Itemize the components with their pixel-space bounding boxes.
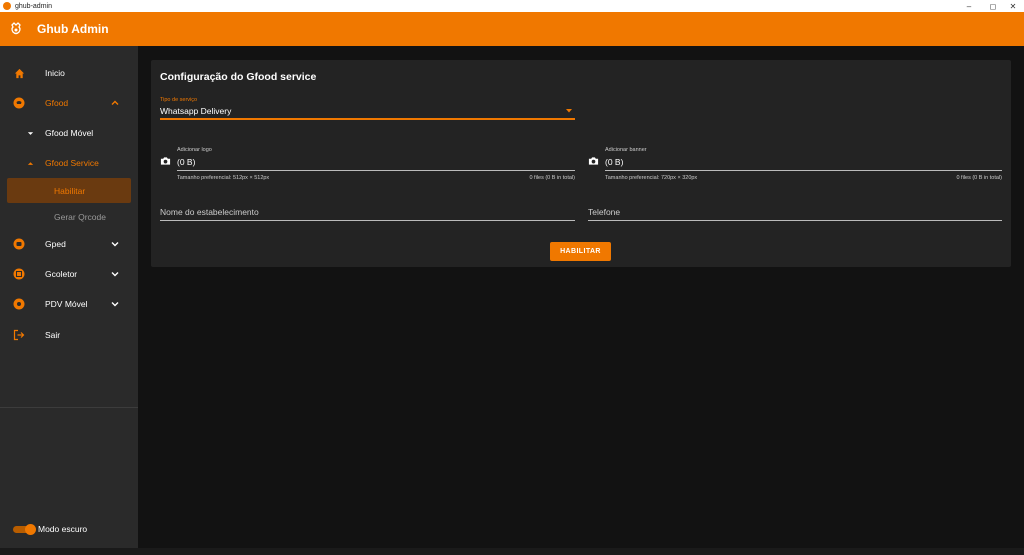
window-bottom-edge: [0, 548, 1024, 555]
banner-value: (0 B): [605, 157, 624, 167]
banner-hint: Tamanho preferencial: 720px × 320px: [605, 175, 698, 181]
close-button[interactable]: ✕: [1002, 0, 1024, 12]
window-titlebar: ghub-admin – ◻ ✕: [0, 0, 1024, 12]
sidebar-item-inicio[interactable]: Inicio: [0, 58, 138, 88]
service-type-select[interactable]: Tipo de serviço Whatsapp Delivery: [160, 97, 575, 120]
chevron-down-icon: [111, 272, 119, 277]
gped-icon: [13, 238, 25, 250]
select-underline: [160, 118, 575, 120]
logo-value: (0 B): [177, 157, 196, 167]
establishment-name-underline: [160, 220, 575, 221]
phone-input[interactable]: Telefone: [588, 205, 1002, 223]
habilitar-button[interactable]: HABILITAR: [550, 242, 611, 261]
sidebar-divider: [0, 407, 138, 408]
maximize-button[interactable]: ◻: [982, 0, 1004, 12]
establishment-name-placeholder: Nome do estabelecimento: [160, 207, 259, 217]
config-card: Configuração do Gfood service Tipo de se…: [151, 60, 1011, 267]
banner-underline: [605, 170, 1002, 171]
banner-label: Adicionar banner: [605, 147, 647, 153]
dropdown-arrow-icon: [566, 109, 572, 113]
sidebar-item-label: Habilitar: [54, 185, 86, 196]
banner-file-input[interactable]: Adicionar banner (0 B) Tamanho preferenc…: [588, 147, 1002, 185]
sidebar-item-habilitar[interactable]: Habilitar: [7, 178, 131, 203]
caret-down-icon: [27, 131, 34, 135]
sidebar-item-sair[interactable]: Sair: [0, 320, 138, 350]
home-icon: [13, 67, 25, 79]
phone-placeholder: Telefone: [588, 207, 621, 217]
gfood-icon: [13, 97, 25, 109]
sidebar-item-label: Sair: [45, 330, 61, 340]
gcoletor-icon: [13, 268, 25, 280]
logo-underline: [177, 170, 575, 171]
dark-mode-toggle[interactable]: [13, 524, 36, 535]
sidebar-item-label: Gfood Móvel: [45, 128, 94, 138]
camera-icon: [160, 157, 171, 165]
sidebar-item-gped[interactable]: Gped: [0, 229, 138, 259]
chevron-down-icon: [111, 242, 119, 247]
banner-file-count: 0 files (0 B in total): [956, 175, 1002, 181]
establishment-name-input[interactable]: Nome do estabelecimento: [160, 205, 575, 223]
logo-file-input[interactable]: Adicionar logo (0 B) Tamanho preferencia…: [160, 147, 575, 185]
sidebar-item-gfood[interactable]: Gfood: [0, 88, 138, 118]
toggle-knob: [25, 524, 36, 535]
app-bar: Ghub Admin: [0, 12, 1024, 46]
sidebar-item-label: Gfood: [45, 98, 69, 108]
service-type-label: Tipo de serviço: [160, 97, 198, 103]
sidebar-item-label: Inicio: [45, 68, 65, 78]
service-type-value: Whatsapp Delivery: [160, 106, 232, 116]
sidebar-item-gfood-movel[interactable]: Gfood Móvel: [0, 120, 138, 146]
sidebar-item-label: Gcoletor: [45, 269, 78, 279]
camera-icon: [588, 157, 599, 165]
sidebar-item-gerar-qrcode[interactable]: Gerar Qrcode: [0, 204, 138, 230]
sidebar-item-pdv-movel[interactable]: PDV Móvel: [0, 289, 138, 319]
sidebar-item-gcoletor[interactable]: Gcoletor: [0, 259, 138, 289]
window-title: ghub-admin: [15, 2, 52, 10]
sidebar-item-label: Gped: [45, 239, 66, 249]
sidebar-item-label: PDV Móvel: [45, 299, 88, 309]
chevron-up-icon: [111, 100, 119, 105]
minimize-button[interactable]: –: [958, 0, 980, 12]
page-title: Configuração do Gfood service: [160, 71, 317, 83]
chevron-down-icon: [111, 302, 119, 307]
app-title: Ghub Admin: [37, 22, 109, 36]
sidebar-item-gfood-service[interactable]: Gfood Service: [0, 150, 138, 176]
sidebar-item-label: Gerar Qrcode: [54, 212, 106, 222]
dark-mode-label: Modo escuro: [38, 524, 88, 534]
ghub-logo-icon: [11, 22, 21, 35]
phone-underline: [588, 220, 1002, 221]
logo-file-count: 0 files (0 B in total): [529, 175, 575, 181]
app-icon: [3, 2, 11, 10]
sidebar-item-label: Gfood Service: [45, 158, 99, 168]
sidebar: Inicio Gfood Gfood Móvel Gfood Service H…: [0, 46, 138, 550]
pdv-movel-icon: [13, 298, 25, 310]
logout-icon: [13, 329, 25, 341]
logo-label: Adicionar logo: [177, 147, 212, 153]
logo-hint: Tamanho preferencial: 512px × 512px: [177, 175, 270, 181]
caret-up-icon: [27, 161, 34, 165]
